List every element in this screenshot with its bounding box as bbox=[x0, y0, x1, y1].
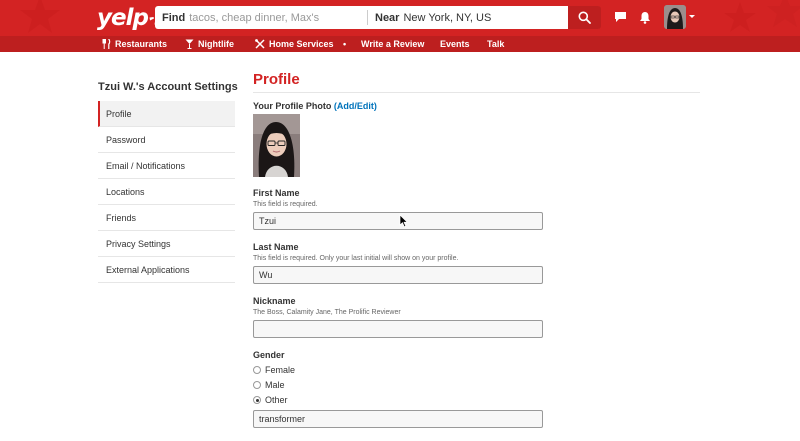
nav-item-nightlife[interactable]: Nightlife bbox=[185, 36, 234, 52]
first-name-value: Tzui bbox=[259, 216, 277, 226]
radio-button[interactable] bbox=[253, 381, 261, 389]
find-placeholder: tacos, cheap dinner, Max's bbox=[189, 11, 320, 24]
nav-separator: • bbox=[343, 39, 347, 49]
gender-option-male[interactable]: Male bbox=[253, 379, 285, 391]
sidebar-item-label: Profile bbox=[106, 108, 132, 119]
nav-label: Nightlife bbox=[198, 39, 234, 49]
radio-button-selected[interactable] bbox=[253, 396, 261, 404]
top-header: yelp Find tacos, cheap dinner, Max's Nea… bbox=[0, 0, 800, 36]
last-name-field[interactable]: Wu bbox=[253, 266, 543, 284]
yelp-logo[interactable]: yelp bbox=[97, 4, 163, 32]
first-name-field[interactable]: Tzui bbox=[253, 212, 543, 230]
last-name-label: Last Name bbox=[253, 242, 299, 252]
logo-text: yelp bbox=[97, 5, 149, 31]
nickname-label: Nickname bbox=[253, 296, 296, 306]
settings-sidebar: Profile Password Email / Notifications L… bbox=[98, 101, 235, 283]
sidebar-title: Tzui W.'s Account Settings bbox=[98, 81, 238, 93]
first-name-label: First Name bbox=[253, 188, 300, 198]
near-input[interactable]: Near New York, NY, US bbox=[368, 10, 553, 25]
gender-option-other[interactable]: Other bbox=[253, 394, 288, 406]
add-edit-photo-link[interactable]: (Add/Edit) bbox=[334, 101, 377, 111]
sidebar-item-label: External Applications bbox=[106, 264, 190, 275]
sidebar-item-privacy-settings[interactable]: Privacy Settings bbox=[98, 231, 235, 257]
find-input[interactable]: Find tacos, cheap dinner, Max's bbox=[155, 10, 368, 25]
bell-icon bbox=[640, 11, 650, 24]
notifications-button[interactable] bbox=[637, 9, 653, 25]
avatar[interactable] bbox=[664, 5, 686, 29]
profile-photo-image bbox=[253, 114, 300, 177]
title-divider bbox=[253, 92, 700, 93]
page-title: Profile bbox=[253, 71, 300, 88]
sidebar-item-external-applications[interactable]: External Applications bbox=[98, 257, 235, 283]
gender-label: Gender bbox=[253, 350, 285, 360]
near-label: Near bbox=[375, 11, 400, 24]
sidebar-item-label: Privacy Settings bbox=[106, 238, 171, 249]
nav-label: Home Services bbox=[269, 39, 334, 49]
sidebar-item-locations[interactable]: Locations bbox=[98, 179, 235, 205]
sidebar-item-label: Password bbox=[106, 134, 146, 145]
sidebar-item-profile[interactable]: Profile bbox=[98, 101, 235, 127]
messages-icon bbox=[614, 12, 626, 22]
gender-other-value: transformer bbox=[259, 414, 306, 424]
chevron-down-icon[interactable] bbox=[689, 15, 695, 18]
find-label: Find bbox=[162, 11, 186, 24]
nav-item-write-review[interactable]: Write a Review bbox=[361, 36, 424, 52]
sidebar-item-friends[interactable]: Friends bbox=[98, 205, 235, 231]
user-photo-thumbnail bbox=[664, 5, 686, 29]
radio-button[interactable] bbox=[253, 366, 261, 374]
profile-photo[interactable] bbox=[253, 114, 300, 177]
sidebar-item-email-notifications[interactable]: Email / Notifications bbox=[98, 153, 235, 179]
radio-label: Female bbox=[265, 365, 296, 375]
search-button[interactable] bbox=[568, 6, 601, 29]
nav-item-restaurants[interactable]: Restaurants bbox=[102, 36, 167, 52]
category-nav: Restaurants Nightlife Home Services • Wr… bbox=[0, 36, 800, 52]
nav-label: Restaurants bbox=[115, 39, 168, 49]
sidebar-item-password[interactable]: Password bbox=[98, 127, 235, 153]
nickname-field[interactable] bbox=[253, 320, 543, 338]
last-name-value: Wu bbox=[259, 270, 273, 280]
radio-label: Male bbox=[265, 380, 285, 390]
messages-button[interactable] bbox=[612, 9, 628, 25]
gender-option-female[interactable]: Female bbox=[253, 364, 295, 376]
first-name-help: This field is required. bbox=[253, 201, 318, 208]
cocktail-icon bbox=[185, 39, 194, 49]
photo-label-text: Your Profile Photo bbox=[253, 101, 332, 111]
nav-item-events[interactable]: Events bbox=[440, 36, 470, 52]
nickname-help: The Boss, Calamity Jane, The Prolific Re… bbox=[253, 309, 401, 316]
nav-label: Talk bbox=[487, 39, 505, 49]
sidebar-item-label: Friends bbox=[106, 212, 137, 223]
gender-other-field[interactable]: transformer bbox=[253, 410, 543, 428]
nav-label: Write a Review bbox=[361, 39, 425, 49]
nav-item-home-services[interactable]: Home Services bbox=[255, 36, 334, 52]
photo-label: Your Profile Photo (Add/Edit) bbox=[253, 101, 377, 111]
search-bar: Find tacos, cheap dinner, Max's Near New… bbox=[155, 6, 600, 29]
sidebar-item-label: Locations bbox=[106, 186, 145, 197]
tools-icon bbox=[255, 39, 265, 49]
nav-label: Events bbox=[440, 39, 470, 49]
search-icon bbox=[578, 11, 591, 24]
sidebar-item-label: Email / Notifications bbox=[106, 160, 186, 171]
mouse-cursor-icon bbox=[399, 214, 409, 228]
fork-knife-icon bbox=[102, 39, 111, 49]
nav-item-talk[interactable]: Talk bbox=[487, 36, 504, 52]
last-name-help: This field is required. Only your last i… bbox=[253, 255, 459, 262]
near-value: New York, NY, US bbox=[403, 11, 492, 24]
radio-label: Other bbox=[265, 395, 288, 405]
